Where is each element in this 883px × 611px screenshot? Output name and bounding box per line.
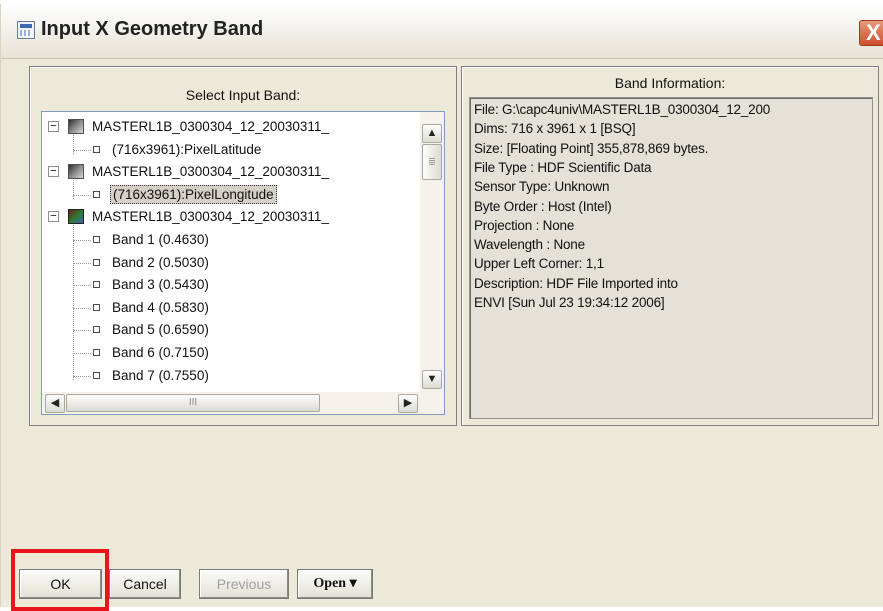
select-input-band-label: Select Input Band: (185, 87, 301, 103)
tree-connector (73, 135, 74, 154)
tree-band-item[interactable]: Band 5 (0.6590) (42, 319, 420, 341)
ok-button-highlight (11, 549, 109, 611)
collapse-icon[interactable]: − (48, 121, 59, 132)
tree-parent-item[interactable]: − MASTERL1B_0300304_12_20030311_ (42, 116, 420, 138)
band-label: Band 5 (0.6590) (112, 322, 209, 338)
window-title: Input X Geometry Band (41, 18, 264, 40)
open-menu-button[interactable]: Open ▾ (297, 569, 373, 599)
band-label: Band 6 (0.7150) (112, 345, 209, 360)
band-info-line: Byte Order : Host (Intel) (474, 198, 612, 214)
band-info-line: Dims: 716 x 3961 x 1 [BSQ] (474, 121, 636, 137)
band-node-icon (93, 236, 100, 243)
tree-band-item[interactable]: Band 1 (0.4630) (42, 229, 420, 251)
tree-connector (73, 330, 91, 332)
tree-connector (73, 307, 91, 309)
band-info-line: File: G:\capc4univ\MASTERL1B_0300304_12_… (474, 102, 771, 117)
close-button[interactable]: X (859, 20, 883, 46)
tree-band-item[interactable]: Band 4 (0.5830) (42, 297, 420, 319)
app-window-icon (17, 21, 35, 39)
tree-parent-label: MASTERL1B_0300304_12_20030311_ (92, 164, 329, 180)
band-node-icon (93, 190, 100, 198)
band-node-icon (93, 258, 100, 266)
cancel-button[interactable]: Cancel (109, 569, 181, 599)
band-info-line: Projection : None (474, 217, 575, 233)
collapse-icon[interactable]: − (48, 166, 59, 178)
band-label: Band 3 (0.5430) (112, 277, 209, 293)
collapse-icon[interactable]: − (48, 211, 59, 223)
band-info-line: Description: HDF File Imported into (474, 275, 678, 291)
tree-connector (73, 225, 74, 380)
band-node-icon (93, 303, 100, 311)
band-info-line: File Type : HDF Scientific Data (474, 159, 652, 175)
tree-parent-label: MASTERL1B_0300304_12_20030311_ (92, 209, 329, 225)
tree-connector (73, 240, 91, 241)
multiband-image-icon (68, 209, 84, 225)
vertical-scrollbar[interactable]: ▲ ▼ (420, 112, 444, 392)
tree-band-item[interactable]: (716x3961):PixelLatitude (42, 139, 420, 161)
band-label: Band 2 (0.5030) (112, 254, 209, 270)
band-tree-content: − MASTERL1B_0300304_12_20030311_ (716x3961… (42, 112, 420, 392)
close-icon: X (866, 20, 881, 45)
scroll-right-icon[interactable]: ▶ (398, 394, 418, 413)
band-label: Band 7 (0.7550) (112, 367, 209, 383)
band-information-panel: Band Information: File: G:\capc4univ\MAS… (461, 66, 879, 426)
band-node-icon (93, 349, 100, 356)
select-input-band-panel: Select Input Band: − MASTERL1B_0300304_12… (29, 66, 457, 426)
scroll-left-icon[interactable]: ◀ (45, 394, 65, 413)
band-label: (716x3961):PixelLatitude (112, 141, 262, 157)
band-label: Band 4 (0.5830) (112, 299, 209, 315)
tree-connector (73, 180, 74, 199)
band-label: Band 1 (0.4630) (112, 232, 209, 247)
horizontal-scroll-thumb[interactable]: III (66, 394, 320, 412)
tree-connector (73, 375, 91, 377)
input-x-geometry-band-dialog: Input X Geometry Band X Select Input Ban… (0, 4, 883, 611)
vertical-scroll-thumb[interactable] (422, 144, 442, 180)
title-bar[interactable]: Input X Geometry Band X (1, 4, 883, 59)
tree-band-item[interactable]: Band 6 (0.7150) (42, 342, 420, 364)
band-node-icon (93, 281, 100, 289)
band-information-text: File: G:\capc4univ\MASTERL1B_0300304_12_… (469, 97, 873, 419)
band-info-line: Wavelength : None (474, 237, 585, 253)
band-node-icon (93, 326, 100, 334)
tree-band-item[interactable]: Band 3 (0.5430) (42, 274, 420, 296)
previous-button[interactable]: Previous (199, 569, 289, 599)
tree-parent-label: MASTERL1B_0300304_12_20030311_ (92, 119, 329, 134)
tree-parent-item[interactable]: − MASTERL1B_0300304_12_20030311_ (42, 206, 420, 228)
scroll-down-icon[interactable]: ▼ (422, 370, 442, 389)
tree-band-item[interactable]: (716x3961):PixelLongitude (42, 184, 420, 206)
tree-band-item[interactable]: Band 7 (0.7550) (42, 365, 420, 387)
tree-band-item[interactable]: Band 2 (0.5030) (42, 252, 420, 274)
tree-connector (73, 285, 91, 287)
band-info-line: Sensor Type: Unknown (474, 179, 610, 195)
tree-connector (73, 262, 91, 264)
horizontal-scrollbar[interactable]: ◀ III ▶ (42, 392, 444, 414)
band-info-line: Size: [Floating Point] 355,878,869 bytes… (474, 140, 709, 156)
band-information-label: Band Information: (614, 75, 726, 91)
band-node-icon (93, 145, 100, 153)
tree-connector (73, 194, 91, 196)
band-node-icon (93, 371, 100, 379)
band-info-line: Upper Left Corner: 1,1 (474, 256, 604, 272)
band-tree[interactable]: − MASTERL1B_0300304_12_20030311_ (716x3961… (41, 111, 445, 415)
grayscale-image-icon (68, 119, 84, 134)
tree-connector (73, 149, 91, 151)
selected-band-label: (716x3961):PixelLongitude (110, 184, 277, 204)
grayscale-image-icon (68, 164, 84, 180)
scroll-up-icon[interactable]: ▲ (422, 124, 442, 143)
tree-connector (73, 353, 91, 354)
tree-parent-item[interactable]: − MASTERL1B_0300304_12_20030311_ (42, 161, 420, 183)
band-info-line: ENVI [Sun Jul 23 19:34:12 2006] (474, 295, 665, 310)
